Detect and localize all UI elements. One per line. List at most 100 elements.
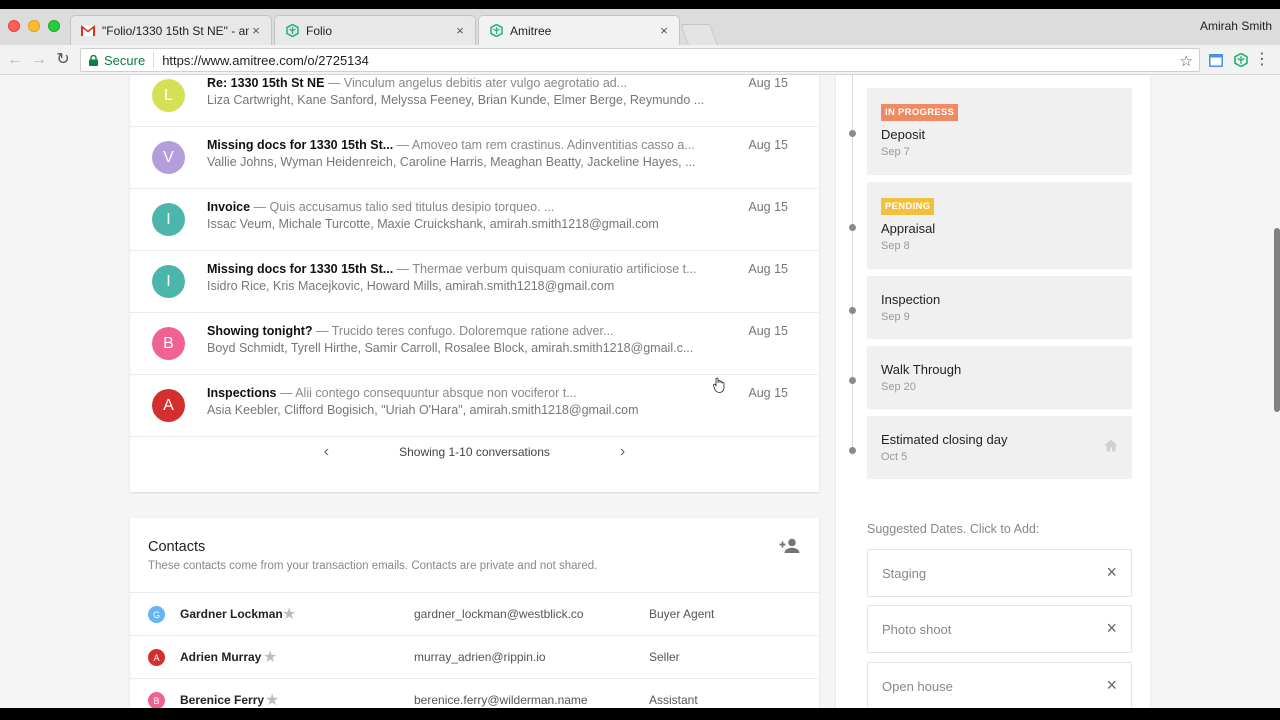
close-icon[interactable]: × <box>1106 619 1117 637</box>
conversation-snippet: — Amoveo tam rem crastinus. Adinventitia… <box>393 138 695 152</box>
contact-email: berenice.ferry@wilderman.name <box>414 693 588 707</box>
maximize-window-button[interactable] <box>48 20 60 32</box>
timeline-dot <box>849 224 856 231</box>
tab-folio[interactable]: Folio × <box>274 15 476 45</box>
conversation-date: Aug 15 <box>748 262 788 276</box>
contacts-subtitle: These contacts come from your transactio… <box>148 560 598 572</box>
divider <box>153 52 155 68</box>
timeline-date: Sep 9 <box>881 311 910 323</box>
conversation-headline: Missing docs for 1330 15th St... — Amove… <box>207 138 707 152</box>
contact-role[interactable]: Assistant <box>649 693 698 707</box>
avatar: I <box>152 203 185 236</box>
folio-extension-icon[interactable] <box>1232 51 1250 69</box>
timeline-item-deposit[interactable]: IN PROGRESS Deposit Sep 7 <box>867 88 1132 174</box>
suggested-date-label: Staging <box>882 566 927 581</box>
suggested-date-photo-shoot[interactable]: Photo shoot × <box>867 605 1132 653</box>
conversation-participants: Liza Cartwright, Kane Sanford, Melyssa F… <box>207 93 705 107</box>
contact-name: Gardner Lockman <box>180 607 283 621</box>
chevron-left-icon[interactable]: ‹ <box>324 443 329 461</box>
close-tab-icon[interactable]: × <box>657 23 671 38</box>
close-window-button[interactable] <box>8 20 20 32</box>
contacts-card: Contacts These contacts come from your t… <box>130 518 819 708</box>
pagination: ‹ Showing 1-10 conversations › <box>130 437 819 467</box>
page-scrollbar[interactable] <box>1274 228 1280 412</box>
pagination-status: Showing 1-10 conversations <box>399 445 550 459</box>
conversation-headline: Missing docs for 1330 15th St... — Therm… <box>207 262 707 276</box>
timeline-item-appraisal[interactable]: PENDING Appraisal Sep 8 <box>867 182 1132 268</box>
chevron-right-icon[interactable]: › <box>620 443 625 461</box>
avatar: L <box>152 79 185 112</box>
timeline-item-inspection[interactable]: Inspection Sep 9 <box>867 276 1132 338</box>
conversation-subject: Re: 1330 15th St NE <box>207 76 325 90</box>
conversation-row[interactable]: I Missing docs for 1330 15th St... — The… <box>130 251 819 313</box>
conversation-subject: Missing docs for 1330 15th St... <box>207 262 394 276</box>
reload-icon[interactable]: ↻ <box>54 51 72 69</box>
conversation-date: Aug 15 <box>748 76 788 90</box>
status-badge: IN PROGRESS <box>881 104 959 121</box>
folio-icon <box>489 24 503 38</box>
conversation-date: Aug 15 <box>748 138 788 152</box>
suggested-date-staging[interactable]: Staging × <box>867 549 1132 597</box>
conversation-subject: Inspections <box>207 386 277 400</box>
gmail-icon <box>81 24 95 38</box>
contact-row[interactable]: B Berenice Ferry ★ berenice.ferry@wilder… <box>130 678 819 708</box>
home-icon <box>1104 439 1118 453</box>
bookmark-star-icon[interactable]: ☆ <box>1180 52 1193 70</box>
avatar: B <box>148 692 165 708</box>
timeline-date: Sep 7 <box>881 146 910 158</box>
conversation-subject: Invoice <box>207 200 251 214</box>
back-arrow-icon[interactable]: ← <box>6 51 24 69</box>
tab-amitree[interactable]: Amitree × <box>478 15 680 45</box>
timeline-panel: IN PROGRESS Deposit Sep 7 PENDING Apprai… <box>836 75 1150 708</box>
address-bar[interactable]: Secure https://www.amitree.com/o/2725134… <box>80 48 1200 72</box>
suggested-date-label: Photo shoot <box>882 622 952 637</box>
conversation-row[interactable]: V Missing docs for 1330 15th St... — Amo… <box>130 127 819 189</box>
calendar-extension-icon[interactable] <box>1207 51 1225 69</box>
timeline-item-walk-through[interactable]: Walk Through Sep 20 <box>867 346 1132 408</box>
close-tab-icon[interactable]: × <box>249 23 263 38</box>
tab-strip: "Folio/1330 15th St NE" - amira × Folio … <box>0 9 1280 45</box>
contact-role[interactable]: Buyer Agent <box>649 607 714 621</box>
contact-row[interactable]: G Gardner Lockman ★ gardner_lockman@west… <box>130 592 819 635</box>
conversation-row[interactable]: I Invoice — Quis accusamus talio sed tit… <box>130 189 819 251</box>
avatar: B <box>152 327 185 360</box>
timeline-title: Inspection <box>881 292 941 307</box>
conversation-headline: Inspections — Alii contego consequuntur … <box>207 386 707 400</box>
avatar: A <box>152 389 185 422</box>
timeline-date: Sep 20 <box>881 381 916 393</box>
star-icon[interactable]: ★ <box>265 690 279 708</box>
secure-label: Secure <box>104 52 146 68</box>
contact-role[interactable]: Seller <box>649 650 680 664</box>
close-icon[interactable]: × <box>1106 563 1117 581</box>
close-icon[interactable]: × <box>1106 676 1117 694</box>
close-tab-icon[interactable]: × <box>453 23 467 38</box>
timeline-item-closing[interactable]: Estimated closing day Oct 5 <box>867 416 1132 478</box>
conversation-participants: Issac Veum, Michale Turcotte, Maxie Crui… <box>207 217 659 231</box>
menu-kebab-icon[interactable]: ⋮ <box>1254 51 1270 69</box>
profile-name[interactable]: Amirah Smith <box>1200 19 1272 33</box>
conversation-row[interactable]: B Showing tonight? — Trucido teres confu… <box>130 313 819 375</box>
status-badge: PENDING <box>881 198 935 215</box>
avatar: G <box>148 606 165 623</box>
star-icon[interactable]: ★ <box>282 604 296 624</box>
avatar: I <box>152 265 185 298</box>
conversation-subject: Showing tonight? <box>207 324 313 338</box>
conversation-row[interactable]: L Re: 1330 15th St NE — Vinculum angelus… <box>130 75 819 127</box>
forward-arrow-icon[interactable]: → <box>30 51 48 69</box>
add-person-icon[interactable] <box>779 538 801 556</box>
avatar: A <box>148 649 165 666</box>
conversation-snippet: — Thermae verbum quisquam coniuratio art… <box>393 262 697 276</box>
conversation-snippet: — Quis accusamus talio sed titulus desip… <box>250 200 555 214</box>
timeline-title: Estimated closing day <box>881 432 1008 447</box>
contact-name: Berenice Ferry <box>180 693 265 707</box>
star-icon[interactable]: ★ <box>263 647 277 667</box>
new-tab-button[interactable] <box>680 24 718 45</box>
contact-email: gardner_lockman@westblick.co <box>414 607 584 621</box>
minimize-window-button[interactable] <box>28 20 40 32</box>
timeline-dot <box>849 377 856 384</box>
contact-row[interactable]: A Adrien Murray ★ murray_adrien@rippin.i… <box>130 635 819 678</box>
tab-gmail[interactable]: "Folio/1330 15th St NE" - amira × <box>70 15 272 45</box>
conversations-card: L Re: 1330 15th St NE — Vinculum angelus… <box>130 75 819 492</box>
suggested-date-open-house[interactable]: Open house × <box>867 662 1132 708</box>
conversation-participants: Isidro Rice, Kris Macejkovic, Howard Mil… <box>207 279 615 293</box>
